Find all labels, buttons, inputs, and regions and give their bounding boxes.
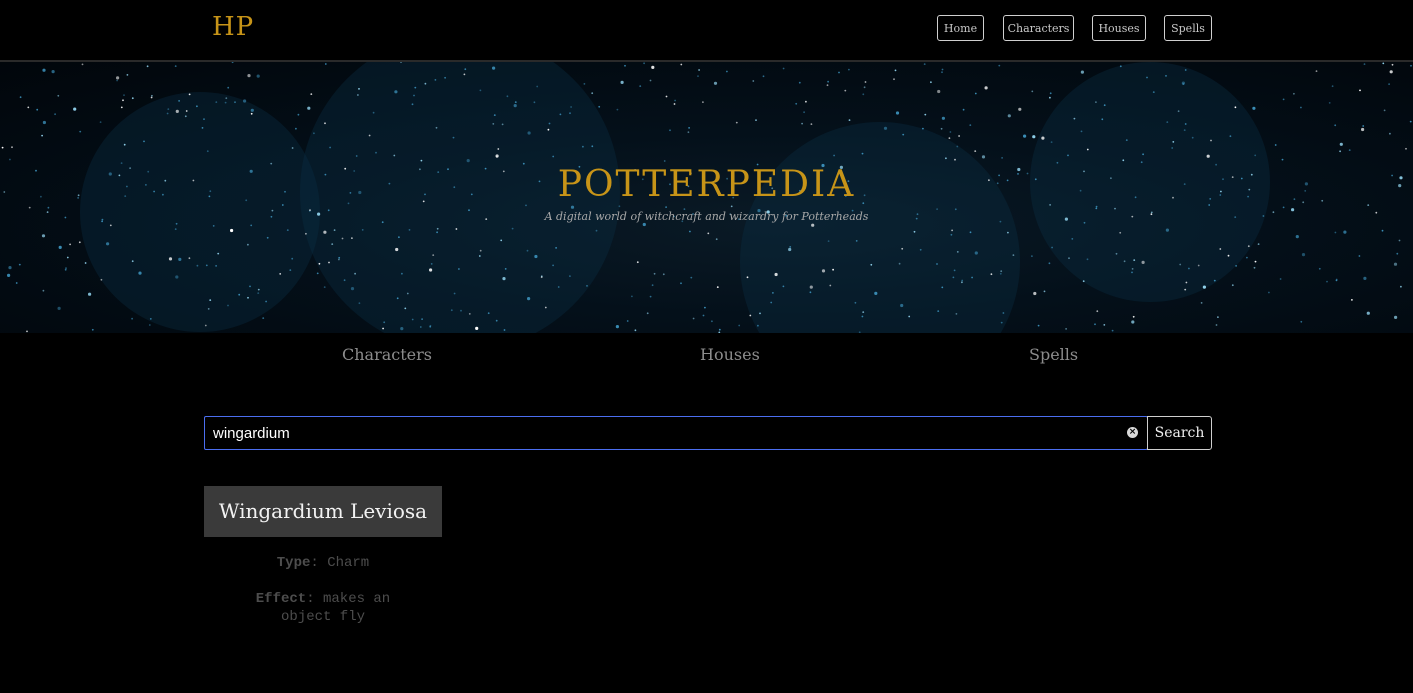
spell-effect-line: Effect: makes an object fly <box>255 591 391 625</box>
logo[interactable]: HP <box>212 12 254 42</box>
hero-banner: POTTERPEDIA A digital world of witchcraf… <box>0 62 1413 333</box>
hero-subtitle: A digital world of witchcraft and wizard… <box>544 210 869 223</box>
spell-effect-label: Effect <box>255 591 307 607</box>
section-link-spells[interactable]: Spells <box>1029 345 1078 364</box>
section-link-characters[interactable]: Characters <box>342 345 432 364</box>
nav-characters-button[interactable]: Characters <box>1003 15 1074 41</box>
spell-type-line: Type: Charm <box>276 555 370 571</box>
top-navbar: HP Home Characters Houses Spells <box>0 0 1413 62</box>
spell-card-title[interactable]: Wingardium Leviosa <box>204 486 442 537</box>
spell-type-value: Charm <box>327 555 370 571</box>
spell-type-label: Type <box>276 555 311 571</box>
section-link-houses[interactable]: Houses <box>700 345 760 364</box>
hero-title: POTTERPEDIA <box>557 164 856 205</box>
search-input[interactable] <box>204 416 1148 450</box>
nav-home-button[interactable]: Home <box>937 15 984 41</box>
clear-search-icon[interactable]: × <box>1127 427 1138 438</box>
search-button[interactable]: Search <box>1147 416 1212 450</box>
nav-spells-button[interactable]: Spells <box>1164 15 1212 41</box>
nav-houses-button[interactable]: Houses <box>1092 15 1146 41</box>
